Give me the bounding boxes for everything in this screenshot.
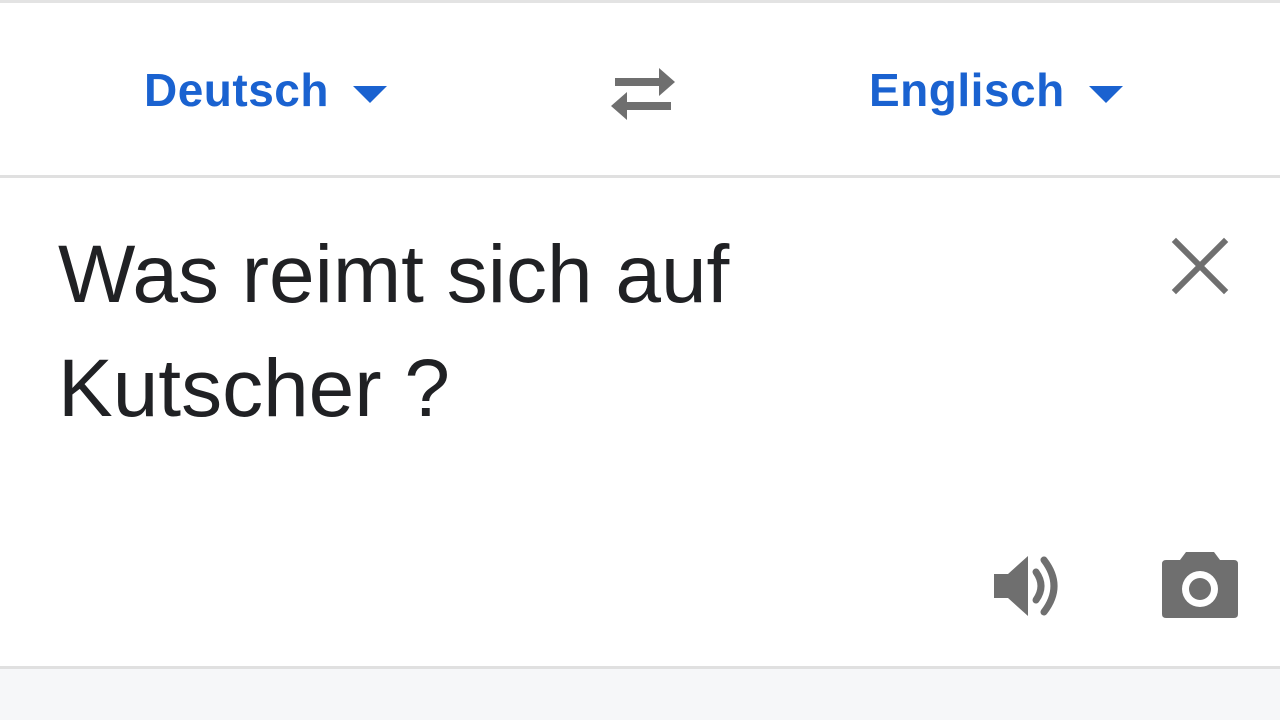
- swap-languages-button[interactable]: [600, 61, 686, 127]
- input-area[interactable]: Was reimt sich auf Kutscher ?: [0, 178, 1280, 666]
- source-text-input[interactable]: Was reimt sich auf Kutscher ?: [58, 218, 1108, 446]
- clear-input-button[interactable]: [1162, 228, 1238, 304]
- translation-area: [0, 669, 1280, 720]
- source-language-label: Deutsch: [144, 64, 329, 116]
- camera-icon: [1162, 552, 1238, 618]
- source-language-selector[interactable]: Deutsch: [144, 55, 387, 125]
- language-bar: Deutsch Englisch: [0, 3, 1280, 175]
- speaker-icon: [994, 556, 1058, 616]
- camera-button[interactable]: [1156, 544, 1244, 624]
- caret-down-icon: [1088, 85, 1123, 103]
- swap-arrows-icon: [611, 68, 675, 120]
- caret-down-icon: [352, 85, 387, 103]
- target-language-selector[interactable]: Englisch: [869, 55, 1123, 125]
- listen-button[interactable]: [986, 546, 1070, 626]
- close-icon: [1171, 237, 1229, 295]
- target-language-label: Englisch: [869, 64, 1065, 116]
